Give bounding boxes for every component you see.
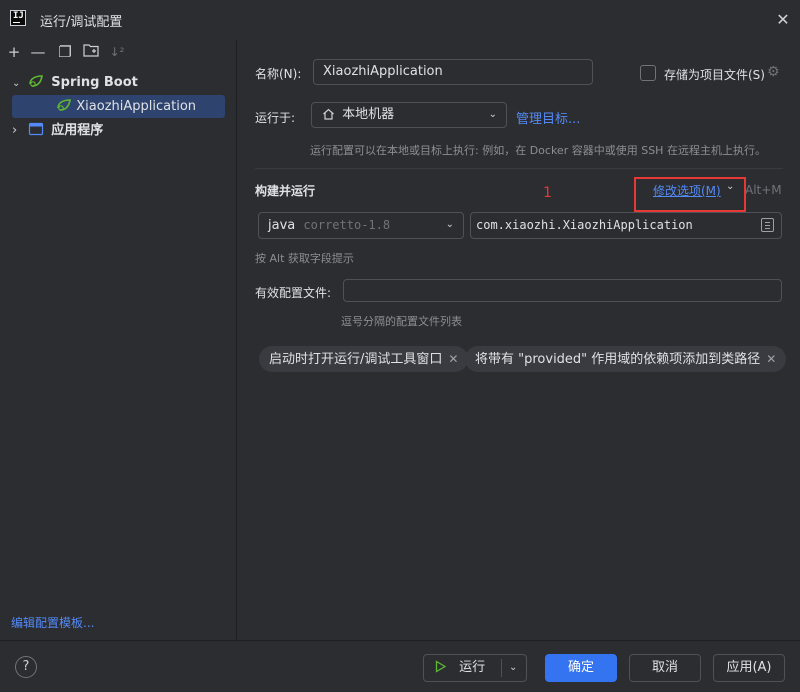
active-profiles-hint: 逗号分隔的配置文件列表: [341, 315, 462, 328]
intellij-icon: IJ: [10, 10, 26, 26]
application-icon: [28, 121, 44, 136]
edit-configuration-templates-link[interactable]: 编辑配置模板...: [11, 614, 94, 631]
active-profiles-input[interactable]: [343, 279, 782, 302]
close-icon[interactable]: ✕: [774, 11, 792, 29]
remove-icon[interactable]: —: [29, 43, 47, 61]
remove-chip-icon[interactable]: ✕: [766, 352, 776, 366]
chevron-down-icon[interactable]: ⌄: [509, 655, 517, 681]
chevron-right-icon[interactable]: ›: [12, 119, 24, 142]
tree-item-label: XiaozhiApplication: [76, 99, 197, 114]
store-as-project-file-checkbox[interactable]: [640, 65, 656, 81]
annotation-number: 1: [543, 185, 552, 201]
copy-icon[interactable]: ❐: [56, 43, 74, 61]
jdk-version: corretto-1.8: [303, 218, 391, 232]
tree-item-label: 应用程序: [51, 123, 104, 138]
modify-options-shortcut: Alt+M: [745, 183, 782, 197]
remove-chip-icon[interactable]: ✕: [448, 352, 458, 366]
alt-hint: 按 Alt 获取字段提示: [255, 252, 354, 265]
browse-class-icon[interactable]: [761, 218, 774, 232]
build-and-run-title: 构建并运行: [255, 184, 316, 198]
chip-label: 启动时打开运行/调试工具窗口: [269, 352, 443, 367]
tree-item-xiaozhi-application[interactable]: XiaozhiApplication: [12, 95, 225, 118]
run-on-label: 运行于:: [255, 111, 296, 125]
run-on-hint: 运行配置可以在本地或目标上执行: 例如，在 Docker 容器中或使用 SSH …: [310, 144, 766, 157]
annotation-highlight-box: [634, 177, 746, 212]
spring-boot-icon: [56, 97, 72, 111]
chevron-down-icon[interactable]: ⌄: [12, 72, 24, 95]
active-profiles-label: 有效配置文件:: [255, 286, 332, 300]
new-folder-icon[interactable]: [82, 43, 100, 61]
run-button[interactable]: 运行 ⌄: [423, 654, 527, 682]
run-on-value: 本地机器: [342, 107, 395, 122]
tree-item-spring-boot[interactable]: ⌄ Spring Boot: [12, 71, 225, 94]
store-as-project-file-label: 存储为项目文件(S): [664, 68, 765, 82]
sort-icon[interactable]: ↓²: [108, 43, 126, 61]
chip-label: 将带有 "provided" 作用域的依赖项添加到类路径: [475, 352, 761, 367]
main-class-input[interactable]: com.xiaozhi.XiaozhiApplication: [470, 212, 782, 239]
run-on-select[interactable]: 本地机器 ⌄: [311, 102, 507, 128]
window-title: 运行/调试配置: [40, 15, 123, 30]
play-icon: [434, 657, 447, 683]
chevron-down-icon: ⌄: [445, 219, 454, 230]
cancel-button[interactable]: 取消: [629, 654, 701, 682]
tree-item-application[interactable]: › 应用程序: [12, 119, 225, 142]
jdk-name: java: [268, 218, 296, 233]
run-button-label: 运行: [459, 660, 486, 675]
apply-button[interactable]: 应用(A): [713, 654, 785, 682]
ok-button[interactable]: 确定: [545, 654, 617, 682]
option-chip[interactable]: 将带有 "provided" 作用域的依赖项添加到类路径 ✕: [465, 346, 787, 372]
gear-icon[interactable]: ⚙: [767, 64, 780, 80]
option-chip[interactable]: 启动时打开运行/调试工具窗口 ✕: [259, 346, 469, 372]
spring-boot-icon: [28, 73, 44, 87]
jdk-select[interactable]: java corretto-1.8 ⌄: [258, 212, 464, 239]
name-input[interactable]: XiaozhiApplication: [313, 59, 593, 85]
manage-targets-link[interactable]: 管理目标...: [516, 108, 580, 127]
section-divider: [255, 168, 783, 169]
tree-item-label: Spring Boot: [51, 75, 138, 90]
name-label: 名称(N):: [255, 67, 302, 81]
main-class-value: com.xiaozhi.XiaozhiApplication: [476, 218, 693, 232]
home-icon: [322, 105, 336, 129]
chevron-down-icon: ⌄: [488, 109, 497, 120]
help-icon[interactable]: ?: [15, 656, 37, 678]
add-icon[interactable]: +: [5, 43, 23, 61]
